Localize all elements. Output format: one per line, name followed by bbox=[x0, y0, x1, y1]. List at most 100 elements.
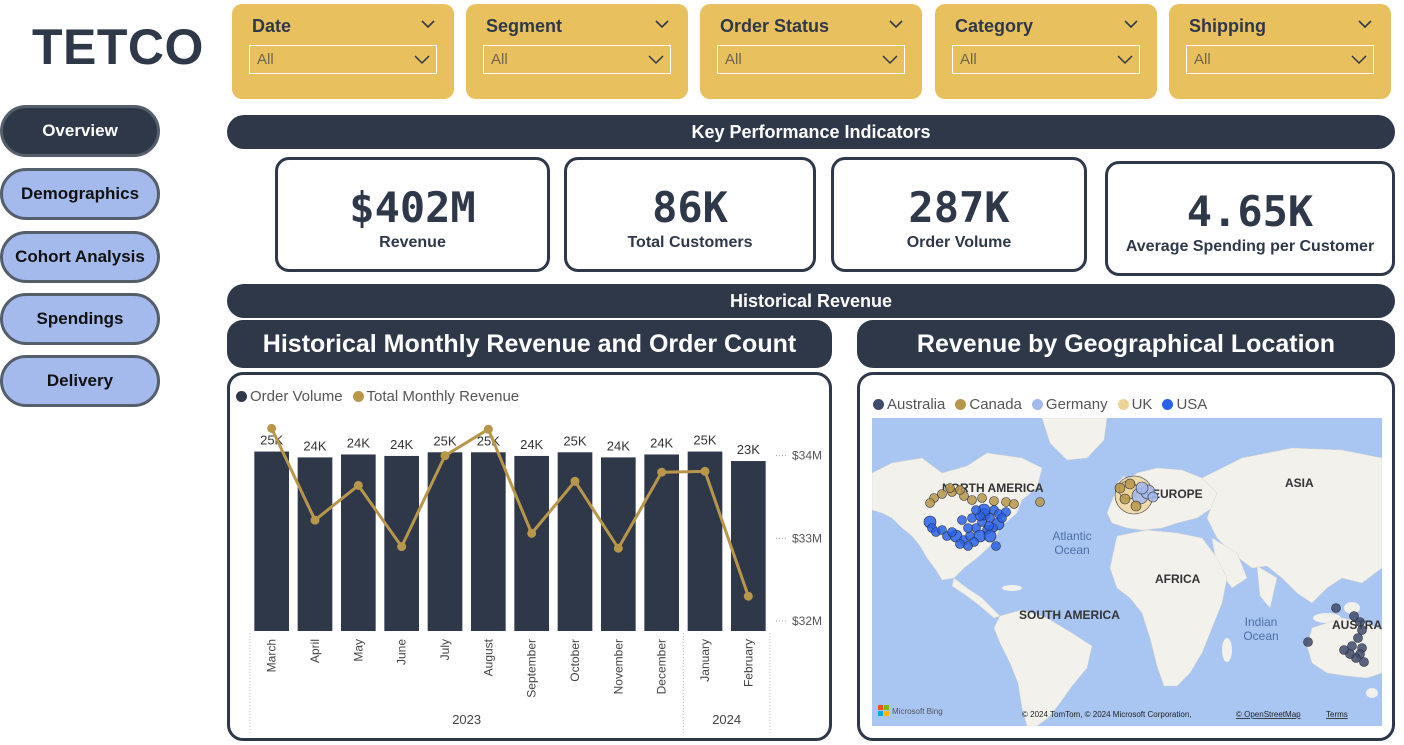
openstreetmap-link[interactable]: © OpenStreetMap bbox=[1236, 710, 1301, 719]
nav-delivery-button[interactable]: Delivery bbox=[0, 355, 160, 407]
chevron-down-icon[interactable] bbox=[888, 18, 904, 30]
kpi-label: Total Customers bbox=[627, 234, 753, 251]
axis-tick-label: $32M bbox=[792, 614, 822, 628]
kpi-label: Revenue bbox=[379, 234, 446, 251]
canada-bubble[interactable] bbox=[945, 483, 955, 493]
chevron-down-icon[interactable] bbox=[1123, 18, 1139, 30]
filter-title: Segment bbox=[486, 16, 563, 36]
bar bbox=[297, 457, 333, 631]
usa-bubble[interactable] bbox=[971, 505, 981, 515]
filter-title: Shipping bbox=[1189, 16, 1266, 36]
usa-bubble[interactable] bbox=[963, 541, 973, 551]
canada-bubble[interactable] bbox=[1009, 499, 1019, 509]
map-label-europe: EUROPE bbox=[1152, 487, 1203, 501]
australia-bubble[interactable] bbox=[1353, 633, 1363, 643]
canada-bubble[interactable] bbox=[1001, 497, 1011, 507]
legend-label: UK bbox=[1131, 396, 1153, 413]
kpi-section-header: Key Performance Indicators bbox=[227, 115, 1395, 149]
germany-bubble[interactable] bbox=[1147, 491, 1159, 503]
usa-bubble[interactable] bbox=[967, 513, 977, 523]
usa-bubble[interactable] bbox=[957, 515, 967, 525]
canada-bubble[interactable] bbox=[1035, 497, 1045, 507]
order-status-filter: Order Status All bbox=[700, 4, 922, 99]
bar-data-label: 24K bbox=[607, 438, 630, 453]
australia-bubble[interactable] bbox=[1339, 645, 1349, 655]
legend-label: USA bbox=[1176, 396, 1208, 413]
bar bbox=[254, 451, 289, 631]
x-tick-label: September bbox=[525, 639, 539, 698]
customers-kpi-card: 86K Total Customers bbox=[564, 157, 816, 272]
australia-bubble[interactable] bbox=[1347, 641, 1357, 651]
canada-bubble[interactable] bbox=[955, 485, 965, 495]
kpi-value: 86K bbox=[652, 183, 728, 232]
australia-bubble[interactable] bbox=[1331, 603, 1341, 613]
category-dropdown[interactable]: All bbox=[952, 45, 1140, 74]
canada-bubble[interactable] bbox=[1124, 478, 1136, 490]
usa-bubble[interactable] bbox=[963, 523, 973, 533]
canada-bubble[interactable] bbox=[977, 493, 987, 503]
australia-bubble[interactable] bbox=[1303, 637, 1313, 647]
australia-bubble[interactable] bbox=[1355, 617, 1365, 627]
historical-section-header: Historical Revenue bbox=[227, 284, 1395, 318]
usa-bubble[interactable] bbox=[983, 529, 997, 543]
map-label-indian: Indian Ocean bbox=[1243, 615, 1278, 643]
revenue-point bbox=[440, 451, 450, 461]
x-tick-label: March bbox=[265, 639, 279, 672]
chevron-down-icon[interactable] bbox=[1357, 18, 1373, 30]
canada-bubble[interactable] bbox=[1114, 482, 1126, 494]
geo-map-panel: Australia Canada Germany UK USA NORTH AM… bbox=[857, 372, 1395, 741]
terms-link[interactable]: Terms bbox=[1326, 710, 1348, 719]
filter-title: Date bbox=[252, 16, 292, 36]
chart-title: Historical Monthly Revenue and Order Cou… bbox=[227, 320, 832, 368]
legend-label: Germany bbox=[1045, 396, 1108, 413]
year-group-label: 2023 bbox=[452, 712, 481, 727]
bar-data-label: 24K bbox=[303, 438, 326, 453]
canada-bubble[interactable] bbox=[1119, 493, 1131, 505]
usa-bubble[interactable] bbox=[947, 527, 957, 537]
x-tick-label: June bbox=[395, 639, 409, 665]
revenue-point bbox=[397, 542, 407, 552]
map-legend: Australia Canada Germany UK USA bbox=[873, 396, 1211, 413]
canada-bubble[interactable] bbox=[967, 495, 977, 505]
chevron-down-icon bbox=[414, 55, 430, 65]
avg-spending-kpi-card: 4.65K Average Spending per Customer bbox=[1105, 161, 1395, 276]
revenue-point bbox=[483, 424, 493, 434]
australia-bubble[interactable] bbox=[1357, 625, 1367, 635]
usa-bubble[interactable] bbox=[991, 541, 1001, 551]
nav-overview-button[interactable]: Overview bbox=[0, 105, 160, 157]
map-label-indian-line: Ocean bbox=[1243, 629, 1278, 643]
australia-bubble[interactable] bbox=[1359, 657, 1369, 667]
canada-bubble[interactable] bbox=[989, 496, 999, 506]
legend-marker bbox=[873, 399, 884, 410]
legend-marker bbox=[1031, 399, 1043, 410]
legend-marker bbox=[1117, 399, 1129, 410]
brand-logo: TETCO bbox=[32, 19, 204, 75]
bar-data-label: 25K bbox=[563, 433, 586, 448]
date-dropdown[interactable]: All bbox=[249, 45, 437, 74]
bar-data-label: 24K bbox=[650, 435, 673, 450]
nav-demographics-button[interactable]: Demographics bbox=[0, 168, 160, 220]
usa-bubble[interactable] bbox=[997, 513, 1007, 523]
world-map[interactable]: NORTH AMERICA SOUTH AMERICA EUROPE ASIA … bbox=[872, 418, 1382, 726]
bar-data-label: 23K bbox=[737, 442, 760, 457]
nav-cohort-analysis-button[interactable]: Cohort Analysis bbox=[0, 231, 160, 283]
shipping-filter: Shipping All bbox=[1169, 4, 1391, 99]
map-label-south-america: SOUTH AMERICA bbox=[1019, 608, 1120, 622]
germany-bubble[interactable] bbox=[1135, 481, 1149, 495]
chevron-down-icon[interactable] bbox=[654, 18, 670, 30]
dropdown-value: All bbox=[491, 51, 508, 68]
segment-dropdown[interactable]: All bbox=[483, 45, 671, 74]
chevron-down-icon[interactable] bbox=[420, 18, 436, 30]
usa-bubble[interactable] bbox=[984, 521, 994, 531]
canada-bubble[interactable] bbox=[1130, 500, 1142, 512]
bar-data-label: 25K bbox=[693, 433, 716, 448]
bar bbox=[471, 452, 506, 631]
x-tick-label: May bbox=[351, 639, 365, 662]
usa-bubble[interactable] bbox=[955, 539, 965, 549]
canada-bubble[interactable] bbox=[937, 489, 947, 499]
nav-spendings-button[interactable]: Spendings bbox=[0, 293, 160, 345]
canada-bubble[interactable] bbox=[925, 498, 935, 508]
order-status-dropdown[interactable]: All bbox=[717, 45, 905, 74]
revenue-chart-panel: Order Volume Total Monthly Revenue $32M $… bbox=[227, 372, 832, 741]
shipping-dropdown[interactable]: All bbox=[1186, 45, 1374, 74]
